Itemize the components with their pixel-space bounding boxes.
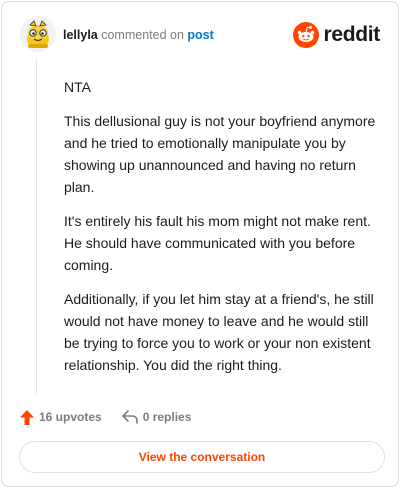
logo-wordmark: reddit xyxy=(323,23,380,46)
upvote-arrow-icon xyxy=(20,409,34,425)
upvote-button[interactable]: 16 upvotes xyxy=(20,409,102,425)
replies-button[interactable]: 0 replies xyxy=(121,410,192,424)
username[interactable]: lellyla xyxy=(63,28,98,42)
post-link[interactable]: post xyxy=(187,28,213,42)
reddit-logo[interactable]: reddit xyxy=(293,20,380,50)
commented-on-label: commented on xyxy=(101,28,184,42)
comment-card: lellyla commented on post reddit NTA Thi… xyxy=(1,1,399,487)
comment-paragraph: This dellusional guy is not your boyfrie… xyxy=(64,113,376,195)
upvote-count: 16 upvotes xyxy=(39,410,102,424)
comment-meta: lellyla commented on post xyxy=(63,28,214,42)
comment-paragraph: It's entirely his fault his mom might no… xyxy=(64,213,371,273)
comment-body: NTA This dellusional guy is not your boy… xyxy=(64,76,382,388)
comment-actions: 16 upvotes 0 replies xyxy=(20,406,211,428)
reddit-snoo-icon xyxy=(293,22,320,48)
view-conversation-button[interactable]: View the conversation xyxy=(19,441,385,473)
avatar[interactable] xyxy=(20,16,56,52)
comment-paragraph: Additionally, if you let him stay at a f… xyxy=(64,291,374,373)
reply-arrow-icon xyxy=(121,410,138,424)
comment-paragraph: NTA xyxy=(64,79,91,95)
thread-line xyxy=(36,60,37,394)
reply-count: 0 replies xyxy=(142,410,192,424)
comment-header: lellyla commented on post reddit xyxy=(20,16,382,56)
